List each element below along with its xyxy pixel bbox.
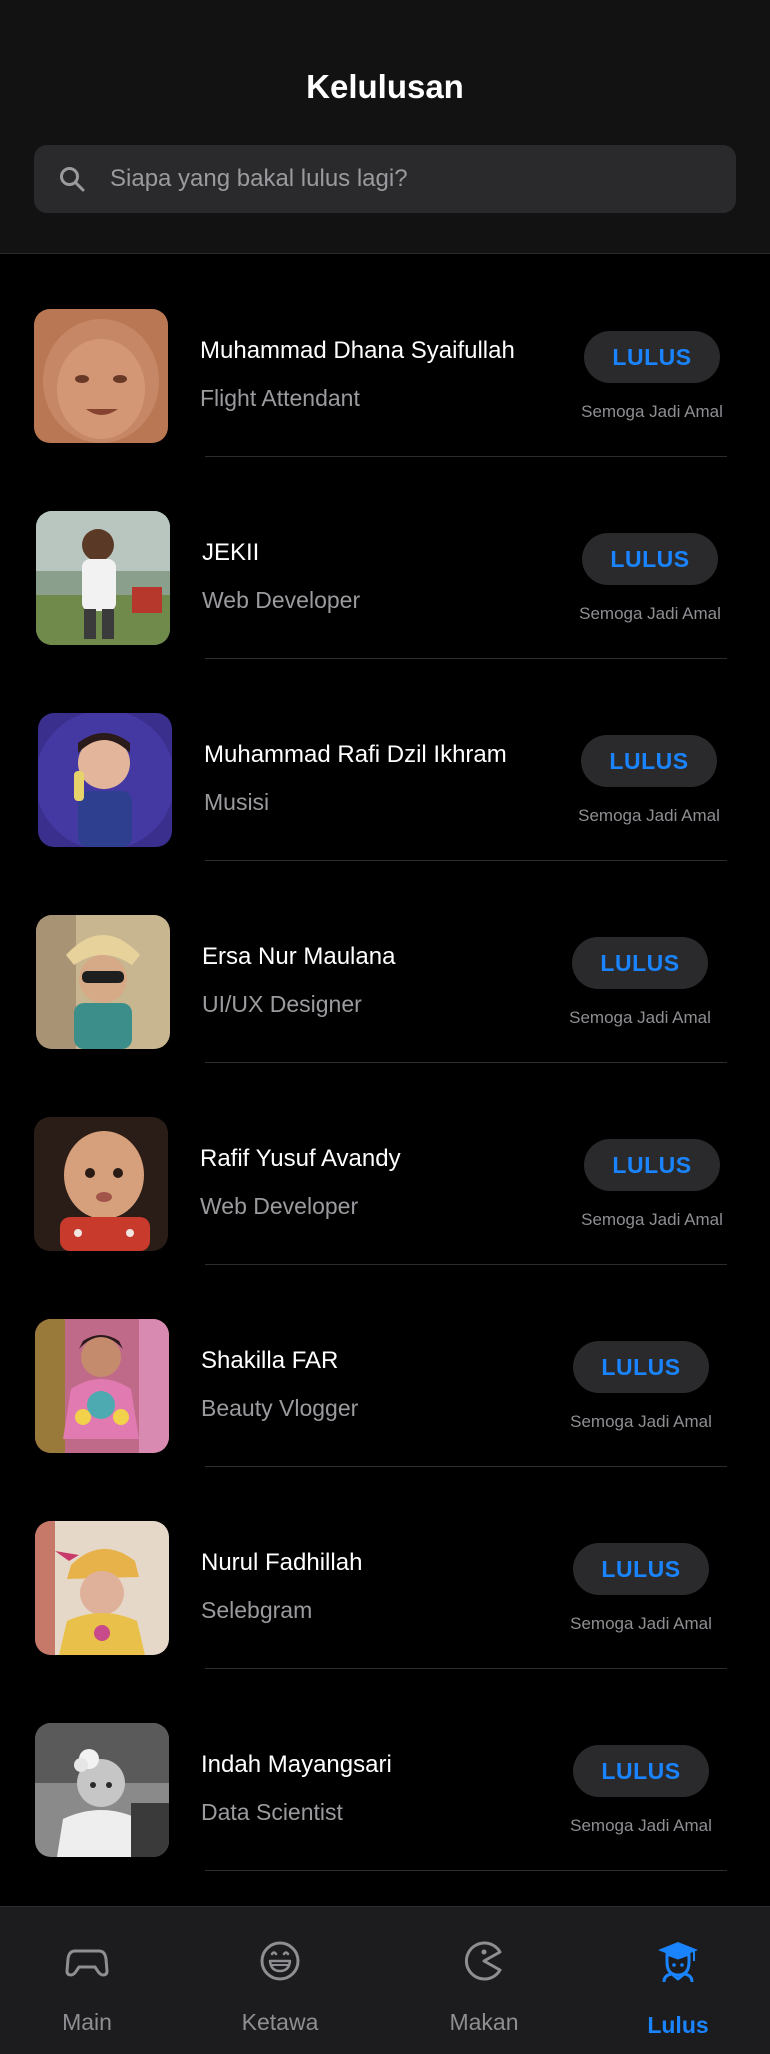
person-name: Muhammad Dhana Syaifullah [200,337,515,364]
graduate-icon [658,1942,698,1983]
pacman-icon [464,1941,502,1981]
lulus-badge[interactable]: LULUS [573,1341,709,1393]
person-name: JEKII [202,539,260,566]
tab-makan[interactable]: Makan [404,1907,564,2054]
list-item[interactable]: Indah Mayangsari Data Scientist LULUS Se… [0,1669,770,1871]
tab-lulus[interactable]: Lulus [598,1907,758,2054]
person-name: Rafif Yusuf Avandy [200,1145,401,1172]
smiley-icon [260,1941,300,1981]
person-role: Web Developer [202,587,361,613]
avatar [38,713,172,847]
lulus-badge[interactable]: LULUS [584,331,720,383]
list-item[interactable]: JEKII Web Developer LULUS Semoga Jadi Am… [0,457,770,659]
person-role: Flight Attendant [200,385,360,411]
tab-label: Ketawa [241,2009,319,2035]
person-name: Ersa Nur Maulana [202,943,396,970]
badge-caption: Semoga Jadi Amal [581,1210,723,1229]
tab-label: Makan [449,2009,519,2035]
person-name: Indah Mayangsari [201,1751,392,1778]
lulus-badge[interactable]: LULUS [584,1139,720,1191]
lulus-badge[interactable]: LULUS [582,533,718,585]
person-role: UI/UX Designer [202,991,362,1017]
divider [205,1870,727,1871]
avatar [36,511,170,645]
avatar [35,1521,169,1655]
person-name: Shakilla FAR [201,1347,339,1374]
tab-label: Lulus [647,2012,709,2038]
page-title: Kelulusan [306,68,464,105]
person-role: Musisi [204,789,270,815]
avatar [34,1117,168,1251]
list-item[interactable]: Ersa Nur Maulana UI/UX Designer LULUS Se… [0,861,770,1063]
search-input[interactable] [110,145,710,213]
header: Kelulusan [0,0,770,254]
badge-caption: Semoga Jadi Amal [570,1412,712,1431]
lulus-badge[interactable]: LULUS [581,735,717,787]
lulus-badge[interactable]: LULUS [573,1543,709,1595]
avatar [34,309,168,443]
person-role: Selebgram [201,1597,313,1623]
badge-caption: Semoga Jadi Amal [581,402,723,421]
list-item[interactable]: Muhammad Rafi Dzil Ikhram Musisi LULUS S… [0,659,770,861]
person-name: Nurul Fadhillah [201,1549,363,1576]
list-item[interactable]: Muhammad Dhana Syaifullah Flight Attenda… [0,255,770,457]
tab-main[interactable]: Main [7,1907,167,2054]
tab-label: Main [62,2009,112,2035]
person-role: Data Scientist [201,1799,343,1825]
lulus-badge[interactable]: LULUS [573,1745,709,1797]
badge-caption: Semoga Jadi Amal [570,1614,712,1633]
app-screen: Kelulusan Muhammad [0,0,770,2054]
badge-caption: Semoga Jadi Amal [578,806,720,825]
person-name: Muhammad Rafi Dzil Ikhram [204,741,507,768]
gamepad-icon [65,1949,109,1977]
avatar [35,1319,169,1453]
avatar [36,915,170,1049]
avatar [35,1723,169,1857]
list-item[interactable]: Nurul Fadhillah Selebgram LULUS Semoga J… [0,1467,770,1669]
tab-ketawa[interactable]: Ketawa [200,1907,360,2054]
badge-caption: Semoga Jadi Amal [569,1008,711,1027]
list-item[interactable]: Shakilla FAR Beauty Vlogger LULUS Semoga… [0,1265,770,1467]
list-item[interactable]: Rafif Yusuf Avandy Web Developer LULUS S… [0,1063,770,1265]
search-icon [60,167,85,192]
badge-caption: Semoga Jadi Amal [579,604,721,623]
search-bar[interactable] [34,145,736,213]
person-role: Beauty Vlogger [201,1395,359,1421]
badge-caption: Semoga Jadi Amal [570,1816,712,1835]
tab-bar: Main Ketawa Makan Lulus [0,1906,770,2054]
person-role: Web Developer [200,1193,359,1219]
lulus-badge[interactable]: LULUS [572,937,708,989]
